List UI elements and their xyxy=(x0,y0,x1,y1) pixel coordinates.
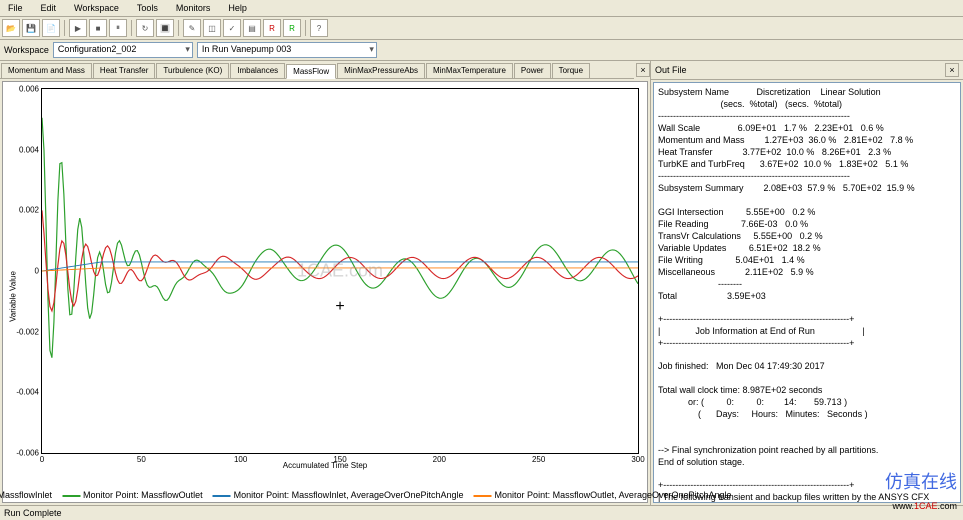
y-tick: -0.002 xyxy=(16,327,42,336)
tab-temp[interactable]: MinMaxTemperature xyxy=(426,63,513,78)
outfile-pane: Out File × Subsystem Name Discretization… xyxy=(651,61,963,505)
menu-help[interactable]: Help xyxy=(224,2,251,14)
legend-item: Monitor Point: MassflowInlet xyxy=(0,490,52,500)
outfile-title: Out File xyxy=(655,65,687,75)
tab-power[interactable]: Power xyxy=(514,63,551,78)
watermark-url: www.1CAE.com xyxy=(892,496,957,512)
plot-pane: Momentum and Mass Heat Transfer Turbulen… xyxy=(0,61,651,505)
monitor-icon[interactable]: 🔳 xyxy=(156,19,174,37)
x-tick: 100 xyxy=(234,453,247,464)
open-icon[interactable]: 📂 xyxy=(2,19,20,37)
text-icon[interactable]: ▤ xyxy=(243,19,261,37)
close-outfile-icon[interactable]: × xyxy=(945,63,959,77)
tab-imbal[interactable]: Imbalances xyxy=(230,63,285,78)
x-tick: 0 xyxy=(40,453,44,464)
menubar: File Edit Workspace Tools Monitors Help xyxy=(0,0,963,17)
stop-icon[interactable]: ■ xyxy=(89,19,107,37)
x-tick: 50 xyxy=(137,453,146,464)
y-tick: 0 xyxy=(35,267,42,276)
legend-item: Monitor Point: MassflowOutlet, AverageOv… xyxy=(474,490,732,500)
workspace-bar: Workspace Configuration2_002 In Run Vane… xyxy=(0,40,963,61)
res2-icon[interactable]: R xyxy=(283,19,301,37)
y-tick: 0.004 xyxy=(19,145,42,154)
help-icon[interactable]: ? xyxy=(310,19,328,37)
tab-heat[interactable]: Heat Transfer xyxy=(93,63,155,78)
tab-turb[interactable]: Turbulence (KO) xyxy=(156,63,229,78)
legend-item: Monitor Point: MassflowOutlet xyxy=(62,490,203,500)
run-combo[interactable]: In Run Vanepump 003 xyxy=(197,42,377,58)
workspace-label: Workspace xyxy=(4,45,49,55)
y-tick: -0.004 xyxy=(16,388,42,397)
menu-tools[interactable]: Tools xyxy=(133,2,162,14)
y-tick: 0.006 xyxy=(19,85,42,94)
watermark-center: 1CAE.com xyxy=(297,261,383,282)
res1-icon[interactable]: R xyxy=(263,19,281,37)
tab-torque[interactable]: Torque xyxy=(552,63,590,78)
cursor-cross-icon: + xyxy=(335,298,344,316)
check-icon[interactable]: ✓ xyxy=(223,19,241,37)
legend-item: Monitor Point: MassflowInlet, AverageOve… xyxy=(213,490,464,500)
tab-momentum[interactable]: Momentum and Mass xyxy=(1,63,92,78)
toolbar: 📂 💾 📄 ▶ ■ ⏸ ↻ 🔳 ✎ ◫ ✓ ▤ R R ? xyxy=(0,17,963,40)
legend: Monitor Point: MassflowInlet Monitor Poi… xyxy=(0,490,732,500)
status-bar: Run Complete xyxy=(0,505,963,520)
menu-workspace[interactable]: Workspace xyxy=(70,2,123,14)
refresh-icon[interactable]: ↻ xyxy=(136,19,154,37)
x-tick: 200 xyxy=(433,453,446,464)
y-tick: 0.002 xyxy=(19,206,42,215)
doc-icon[interactable]: 📄 xyxy=(42,19,60,37)
tab-press[interactable]: MinMaxPressureAbs xyxy=(337,63,425,78)
y-axis-label: Variable Value xyxy=(9,271,18,322)
menu-edit[interactable]: Edit xyxy=(37,2,61,14)
tab-massflow[interactable]: MassFlow xyxy=(286,64,336,79)
new-icon[interactable]: ◫ xyxy=(203,19,221,37)
plot-area[interactable]: 1CAE.com + -0.006 -0.004 -0.002 0 0.002 0.004… xyxy=(2,81,648,503)
save-icon[interactable]: 💾 xyxy=(22,19,40,37)
menu-file[interactable]: File xyxy=(4,2,27,14)
pause-icon[interactable]: ⏸ xyxy=(109,19,127,37)
close-pane-icon[interactable]: × xyxy=(636,63,650,77)
edit-icon[interactable]: ✎ xyxy=(183,19,201,37)
watermark-cn: 仿真在线 xyxy=(885,468,957,494)
x-axis-label: Accumulated Time Step xyxy=(283,461,367,470)
outfile-text[interactable]: Subsystem Name Discretization Linear Sol… xyxy=(653,82,961,503)
x-tick: 300 xyxy=(631,453,644,464)
play-icon[interactable]: ▶ xyxy=(69,19,87,37)
workspace-combo[interactable]: Configuration2_002 xyxy=(53,42,193,58)
x-tick: 250 xyxy=(532,453,545,464)
chart-tabs: Momentum and Mass Heat Transfer Turbulen… xyxy=(0,61,634,79)
y-tick: -0.006 xyxy=(16,449,42,458)
menu-monitors[interactable]: Monitors xyxy=(172,2,215,14)
